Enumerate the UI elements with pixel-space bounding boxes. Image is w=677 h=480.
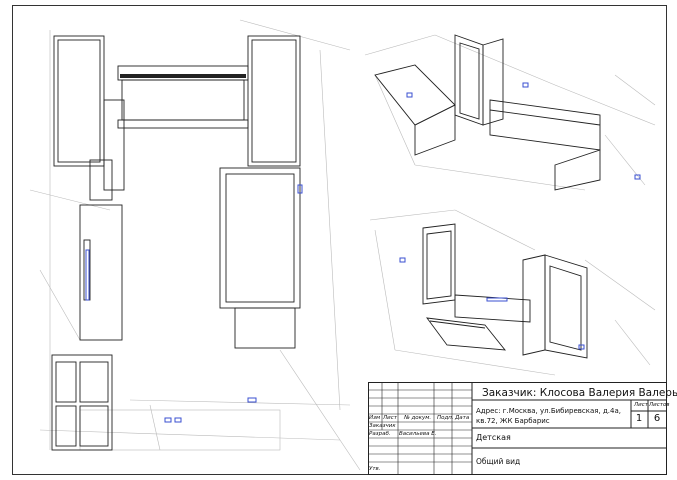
header-list: Лист: [383, 415, 397, 421]
sheet-number: 1: [635, 413, 643, 424]
header-sign: Подп.: [437, 415, 454, 421]
row-approved-label: Утв.: [369, 466, 381, 472]
row-developer-label: Разраб.: [369, 431, 391, 437]
sheet-label: Лист: [634, 402, 648, 408]
row-developer-name: Васильева Е.: [399, 431, 437, 437]
main-plan-view: [29, 19, 361, 471]
client-address: Адрес: г.Москва, ул.Бибиревская, д.4а, к…: [476, 407, 621, 425]
header-date: Дата: [455, 415, 470, 421]
header-izm: Изм: [369, 415, 381, 421]
client-name: Заказчик: Клосова Валерия Валерьевна: [482, 387, 677, 399]
sheets-count: 6: [653, 413, 661, 424]
isometric-view-bottom: [369, 209, 656, 376]
row-customer-label: Заказчик: [369, 423, 396, 429]
sheets-label: Листов: [649, 402, 670, 408]
view-name: Общий вид: [476, 457, 521, 466]
isometric-view-top: [364, 34, 656, 191]
drawing-sheet: Заказчик: Клосова Валерия Валерьевна Адр…: [0, 0, 677, 480]
title-block: Заказчик: Клосова Валерия Валерьевна Адр…: [368, 382, 677, 475]
header-doc-no: № докум.: [404, 415, 432, 421]
room-name: Детская: [476, 433, 511, 442]
